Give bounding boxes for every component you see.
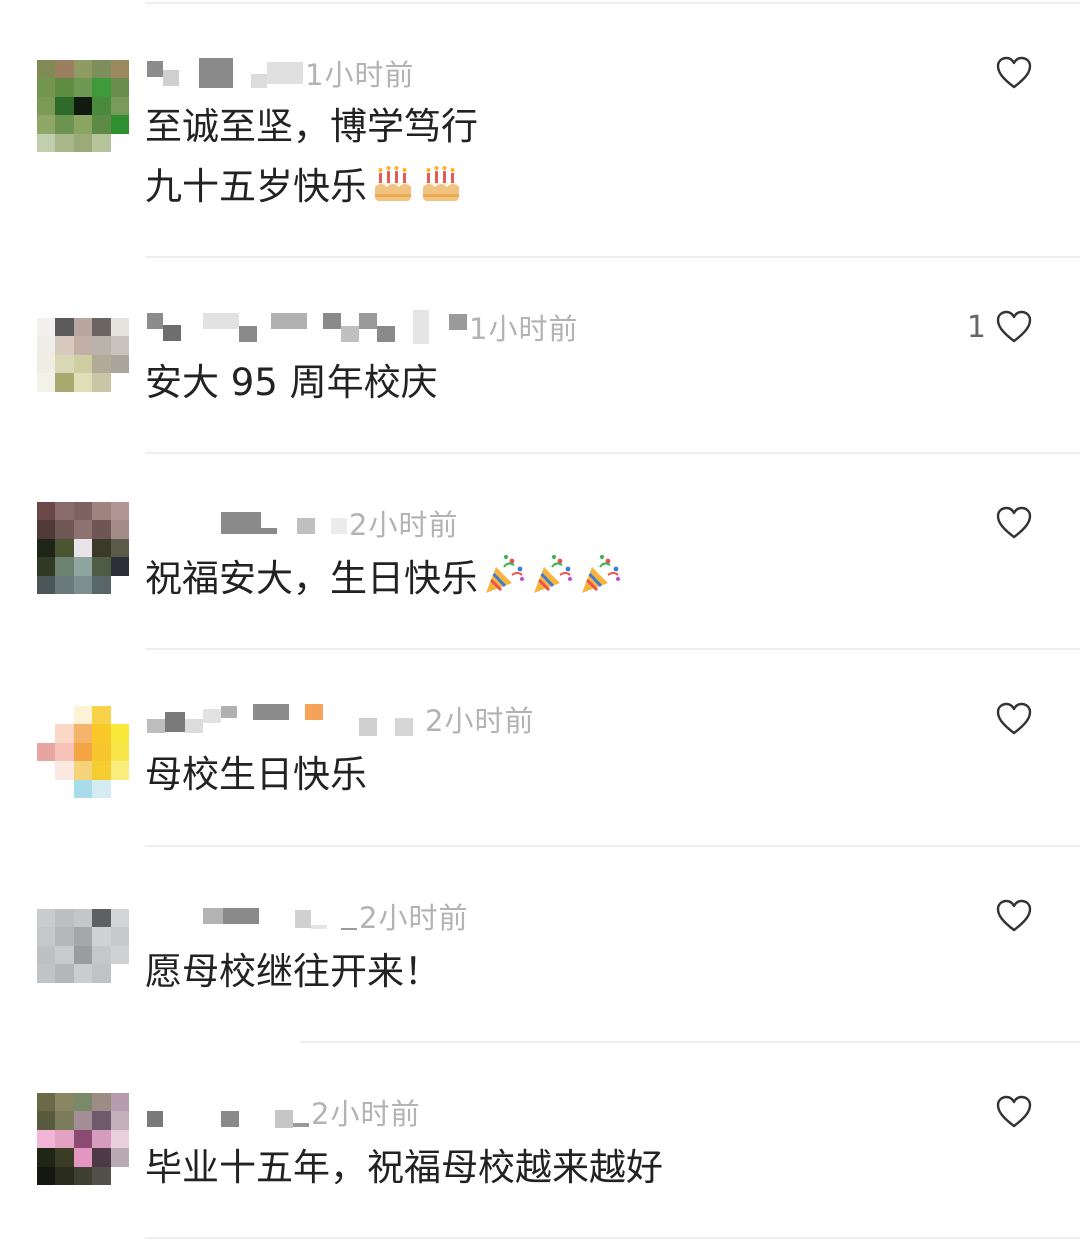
cake-icon [423, 166, 459, 201]
username-redacted[interactable] [147, 702, 413, 736]
comment-line: 愿母校继往开来！ [145, 950, 441, 993]
username-redacted[interactable] [147, 1095, 309, 1129]
comment-meta: 2小时前 [147, 899, 468, 935]
like-control: 1 [966, 309, 1032, 345]
divider [145, 452, 1080, 454]
party-popper-icon [582, 555, 620, 593]
comment-time: 2小时前 [425, 704, 535, 738]
like-control [996, 702, 1032, 736]
comment-line: 至诚至坚，博学笃行 [145, 105, 478, 148]
username-redacted[interactable] [147, 899, 357, 933]
comment-text: 毕业十五年，祝福母校越来越好 [145, 1139, 663, 1197]
heart-icon[interactable] [996, 1095, 1032, 1129]
comment-line: 九十五岁快乐 [145, 158, 478, 216]
comment-text: 祝福安大，生日快乐 [145, 550, 622, 608]
username-redacted[interactable] [147, 310, 467, 344]
comment-meta: 2小时前 [147, 506, 458, 542]
comment-time: 1小时前 [469, 312, 579, 346]
avatar[interactable] [37, 706, 129, 798]
comment-item: 1小时前 安大 95 周年校庆 1 [0, 310, 1080, 440]
heart-icon[interactable] [996, 310, 1032, 344]
divider [145, 2, 1080, 4]
avatar[interactable] [37, 502, 129, 594]
heart-icon[interactable] [996, 56, 1032, 90]
heart-icon[interactable] [996, 506, 1032, 540]
like-count: 1 [966, 309, 986, 345]
heart-icon[interactable] [996, 702, 1032, 736]
like-control [996, 899, 1032, 933]
divider [145, 256, 1080, 258]
divider [145, 845, 1080, 847]
comment-meta: 1小时前 [147, 310, 578, 346]
comment-time: 1小时前 [305, 58, 415, 92]
like-control [996, 56, 1032, 90]
username-redacted[interactable] [147, 506, 347, 540]
comment-line: 母校生日快乐 [145, 753, 367, 796]
comment-item: 2小时前 毕业十五年，祝福母校越来越好 [0, 1093, 1080, 1230]
heart-icon[interactable] [996, 899, 1032, 933]
divider [145, 648, 1080, 650]
comment-time: 2小时前 [311, 1097, 421, 1131]
comment-time: 2小时前 [349, 508, 459, 542]
comment-text: 至诚至坚，博学笃行 九十五岁快乐 [145, 98, 478, 216]
comment-item: 1小时前 至诚至坚，博学笃行 九十五岁快乐 [0, 56, 1080, 246]
avatar[interactable] [37, 1093, 129, 1185]
party-popper-icon [486, 555, 524, 593]
cake-icon [375, 166, 411, 201]
party-popper-icon [534, 555, 572, 593]
comment-text: 母校生日快乐 [145, 746, 367, 804]
like-control [996, 506, 1032, 540]
username-redacted[interactable] [147, 56, 303, 90]
divider [145, 1237, 1080, 1239]
comment-text: 愿母校继往开来！ [145, 943, 441, 1001]
comment-meta: 2小时前 [147, 702, 534, 738]
like-control [996, 1095, 1032, 1129]
comment-line: 祝福安大，生日快乐 [145, 550, 622, 608]
avatar[interactable] [37, 318, 129, 410]
avatar[interactable] [37, 909, 129, 1001]
comment-item: 2小时前 祝福安大，生日快乐 [0, 502, 1080, 636]
comment-item: 2小时前 愿母校继往开来！ [0, 899, 1080, 1029]
divider [300, 1041, 1080, 1043]
comment-text: 安大 95 周年校庆 [145, 354, 438, 412]
comment-line-text: 九十五岁快乐 [145, 165, 367, 208]
comment-meta: 1小时前 [147, 56, 414, 92]
comment-time: 2小时前 [359, 901, 469, 935]
comment-line: 安大 95 周年校庆 [145, 361, 438, 404]
avatar[interactable] [37, 60, 129, 152]
comment-item: 2小时前 母校生日快乐 [0, 702, 1080, 832]
comment-line: 毕业十五年，祝福母校越来越好 [145, 1146, 663, 1189]
comment-line-text: 祝福安大，生日快乐 [145, 557, 478, 600]
comment-meta: 2小时前 [147, 1095, 420, 1131]
